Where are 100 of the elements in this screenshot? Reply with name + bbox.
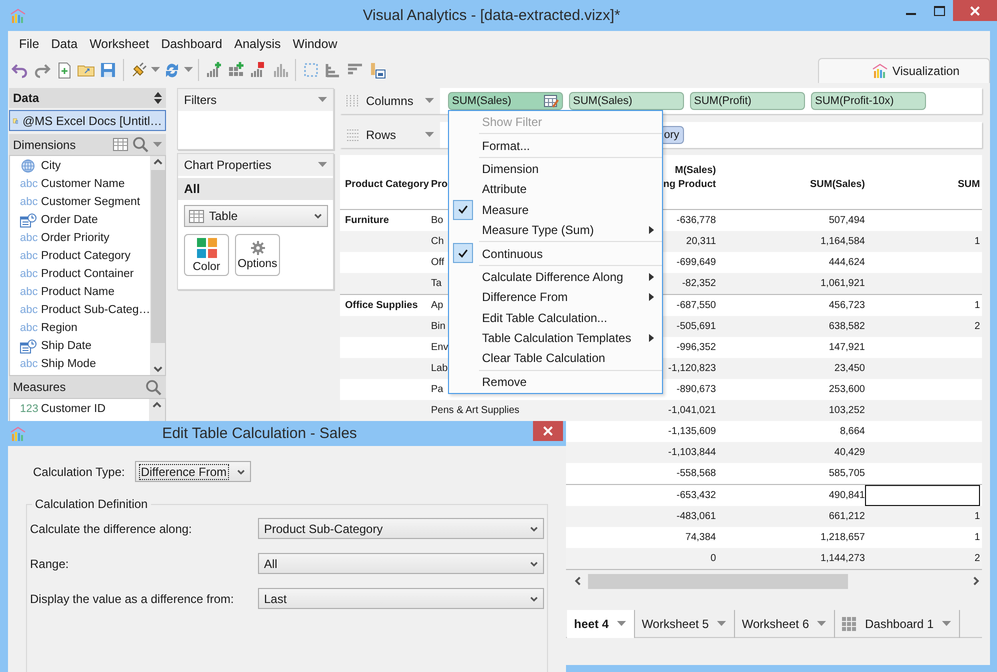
dropdown-select[interactable]: Product Sub-Category [258,518,544,539]
field-pill[interactable]: SUM(Sales) [448,92,563,110]
text-type-icon: abc [20,358,37,370]
text-type-icon: abc [20,286,37,298]
table-cell: 661,212 [828,511,865,522]
dropdown-select[interactable]: Last [258,588,544,609]
search-icon[interactable] [145,378,162,396]
sheet-tab[interactable]: Dashboard 1 [835,610,960,638]
field-item[interactable]: abc Order Priority [10,229,150,247]
globe-icon [20,159,37,173]
undo-icon[interactable] [11,61,29,79]
table-view-icon[interactable] [113,138,128,151]
calculator-icon [544,94,559,108]
horizontal-bars-icon[interactable] [324,61,342,79]
save-icon[interactable] [99,61,117,79]
menu-item[interactable]: Format... [449,135,662,156]
maximize-icon[interactable] [934,6,944,16]
menu-item[interactable]: Edit Table Calculation... [449,308,662,328]
caret-icon[interactable] [153,142,162,148]
bar-chart-icon[interactable] [271,61,289,79]
add-chart-icon[interactable] [205,61,223,79]
caret-icon[interactable] [817,621,826,627]
caret-icon[interactable] [318,162,327,168]
menu-item[interactable]: Remove [449,372,662,392]
column-header: Product Category [345,178,430,192]
field-item[interactable]: abc Ship Mode [10,355,150,373]
table-cell: Lab [431,363,448,374]
search-icon[interactable] [132,136,149,153]
field-item[interactable]: abc Product Category [10,247,150,265]
menu-item[interactable]: Measure Type (Sum) [449,220,662,240]
caret-icon[interactable] [942,621,951,627]
caret-icon[interactable] [616,621,626,627]
property-button[interactable]: Color [184,234,229,276]
field-item[interactable]: abc Customer Name [10,175,150,193]
close-icon[interactable] [543,426,553,436]
menu-item[interactable]: Continuous [449,243,662,264]
caret-icon[interactable] [318,97,327,103]
field-item[interactable]: Ship Date [10,337,150,355]
menu-item[interactable]: Data [45,37,84,51]
panel-title: Filters [184,93,217,107]
menu-item[interactable]: Clear Table Calculation [449,348,662,369]
caret-icon[interactable] [425,98,434,104]
field-item[interactable]: 123 Customer ID [10,400,149,418]
menu-item[interactable]: Dashboard [155,37,228,51]
table-cell: 8,664 [840,426,865,437]
table-cell: 1,218,657 [820,532,865,543]
dropdown-caret-icon[interactable] [184,67,193,73]
dropdown-select[interactable]: All [258,553,544,574]
field-item[interactable]: abc Product Container [10,265,150,283]
menu-item[interactable]: Worksheet [84,37,156,51]
scrollbar-thumb[interactable] [150,170,165,343]
table-cell: 253,600 [828,384,865,395]
field-pill[interactable]: SUM(Sales) [569,92,684,110]
menu-item[interactable]: Difference From [449,287,662,308]
caret-icon[interactable] [716,621,726,627]
field-item[interactable]: City [10,157,150,175]
menu-item[interactable]: Calculate Difference Along [449,266,662,288]
sheet-tab[interactable]: heet 4 [567,610,635,638]
data-source-item[interactable]: @MS Excel Docs [Untitl… [9,110,166,131]
sheet-tab[interactable]: Worksheet 5 [634,610,735,638]
table-cell: Ta [431,278,442,289]
sort-arrows-icon[interactable] [154,92,162,104]
menu-item[interactable]: Table Calculation Templates [449,328,662,348]
add-grid-icon[interactable] [227,61,245,79]
table-cell: 1,061,921 [820,278,865,289]
menu-item[interactable]: Window [286,37,344,51]
calculation-type-select[interactable]: Difference From [134,461,251,482]
table-cell-text: 1 [973,299,980,313]
field-item[interactable]: abc Product Name [10,283,150,301]
close-button[interactable] [533,421,563,441]
field-item[interactable]: abc Region [10,319,150,337]
menu-item[interactable]: Dimension [449,158,662,180]
legend-icon[interactable] [368,61,386,79]
scrollbar-thumb[interactable] [588,574,848,588]
caret-icon[interactable] [425,132,434,138]
menu-item[interactable]: File [13,37,46,51]
view-tab[interactable]: Visualization [818,58,990,83]
field-item[interactable]: Order Date [10,211,150,229]
menu-item[interactable]: Measure [449,200,662,220]
table-cell-text: 1 [973,531,980,545]
table-grid-icon[interactable] [189,210,204,222]
table-cell: 0 [710,553,716,564]
redo-icon[interactable] [33,61,51,79]
field-item[interactable]: abc Product Sub-Categ… [10,301,150,319]
menu-item[interactable]: Attribute [449,179,662,200]
refresh-icon[interactable] [163,61,181,79]
text-type-icon: abc [20,304,37,316]
close-icon[interactable] [970,6,980,16]
field-pill[interactable]: SUM(Profit) [690,92,805,110]
menu-item[interactable]: Analysis [228,37,287,51]
column-header: SUM(Sales) [808,178,865,192]
remove-chart-icon[interactable] [249,61,267,79]
dropdown-caret-icon[interactable] [151,67,160,73]
chevron-down-icon[interactable] [313,211,323,221]
field-pill[interactable]: SUM(Profit-10x) [811,92,926,110]
property-button[interactable]: Options [235,234,280,276]
close-button[interactable] [953,0,997,21]
field-item[interactable]: abc Customer Segment [10,193,150,211]
sheet-tab[interactable]: Worksheet 6 [734,610,835,638]
chart-type-select[interactable]: Table [184,205,328,227]
